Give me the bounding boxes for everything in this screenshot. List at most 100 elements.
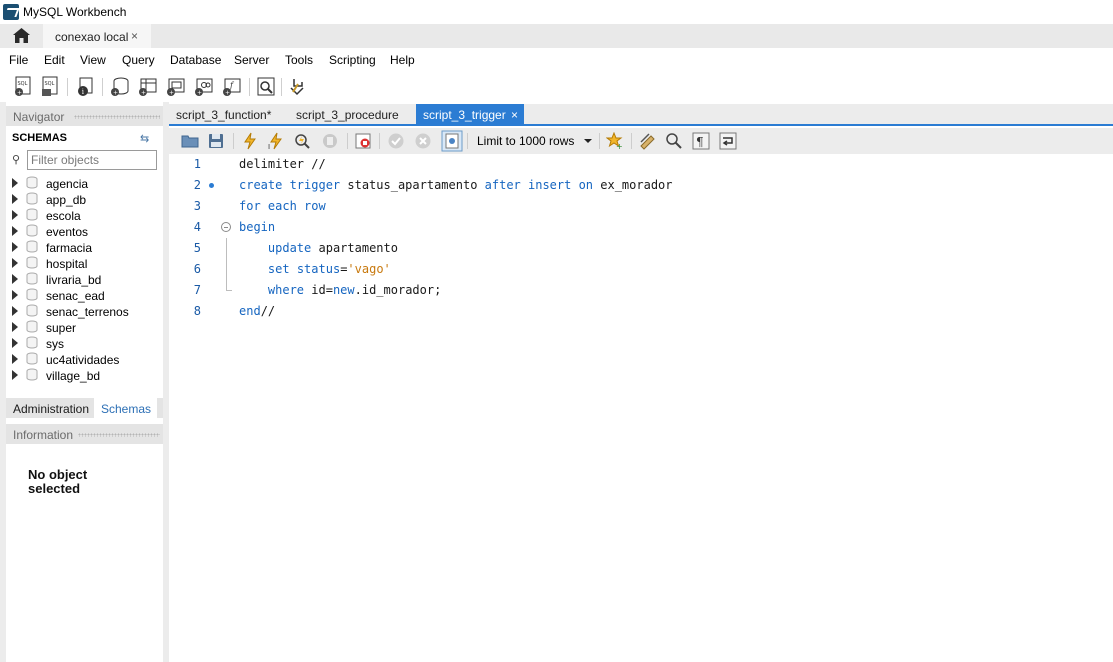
filter-box: ⚲ [10,150,160,170]
fold-toggle-icon[interactable] [221,222,231,232]
editor-tab-bar: script_3_function* script_3_procedure sc… [169,104,1113,126]
create-procedure-icon[interactable]: + [193,76,215,98]
expand-arrow-icon[interactable] [12,210,18,220]
refresh-icon[interactable]: ⇆ [140,132,149,145]
search-table-data-icon[interactable] [255,76,277,98]
toggle-stop-on-error-icon[interactable] [354,132,372,150]
tab-script-procedure[interactable]: script_3_procedure [289,104,417,124]
add-snippet-star-icon[interactable]: + [606,132,624,150]
beautify-brush-icon[interactable] [639,132,657,150]
schema-item[interactable]: agencia [6,175,163,191]
line-number: 1 [193,157,201,171]
close-icon[interactable]: × [511,108,518,122]
sql-editor[interactable]: 1 delimiter // 2 create trigger status_a… [169,154,1113,662]
commit-icon[interactable] [387,132,405,150]
stop-icon[interactable] [321,132,339,150]
code-line[interactable]: 2 create trigger status_apartamento afte… [169,175,1113,196]
tab-script-trigger[interactable]: script_3_trigger × [416,104,524,124]
schema-item[interactable]: eventos [6,223,163,239]
expand-arrow-icon[interactable] [12,242,18,252]
explain-icon[interactable] [293,132,311,150]
tab-schemas[interactable]: Schemas [94,398,157,418]
svg-text:SQL: SQL [18,81,28,87]
menu-edit[interactable]: Edit [44,53,65,67]
code-text: delimiter // [239,157,326,171]
schema-item[interactable]: livraria_bd [6,271,163,287]
editor-toolbar: I Limit to 1000 rows + ¶ [169,128,1113,154]
toolbar-separator [233,133,234,149]
code-line[interactable]: 3 for each row [169,196,1113,217]
schema-item[interactable]: app_db [6,191,163,207]
home-button[interactable] [0,24,43,48]
schema-item[interactable]: sys [6,335,163,351]
schema-item[interactable]: senac_ead [6,287,163,303]
code-line[interactable]: 1 delimiter // [169,154,1113,175]
filter-objects-input[interactable] [27,150,157,170]
create-function-icon[interactable]: f+ [221,76,243,98]
word-wrap-icon[interactable] [719,132,737,150]
schema-item[interactable]: senac_terrenos [6,303,163,319]
code-line[interactable]: 4 begin [169,217,1113,238]
connection-tab[interactable]: conexao local × [43,24,151,48]
menu-tools[interactable]: Tools [285,53,313,67]
schema-item[interactable]: hospital [6,255,163,271]
code-line[interactable]: 5 update apartamento [169,238,1113,259]
menu-server[interactable]: Server [234,53,269,67]
database-icon [26,336,38,349]
open-folder-icon[interactable] [181,132,199,150]
svg-text:SQL: SQL [45,81,55,87]
execute-current-icon[interactable]: I [267,132,285,150]
invisible-characters-icon[interactable]: ¶ [692,132,710,150]
menu-bar: File Edit View Query Database Server Too… [0,48,1113,70]
expand-arrow-icon[interactable] [12,338,18,348]
menu-view[interactable]: View [80,53,106,67]
reconnect-icon[interactable] [287,76,309,98]
expand-arrow-icon[interactable] [12,322,18,332]
database-icon [26,288,38,301]
expand-arrow-icon[interactable] [12,226,18,236]
toolbar-separator [249,78,250,96]
schema-item[interactable]: farmacia [6,239,163,255]
schema-item[interactable]: super [6,319,163,335]
expand-arrow-icon[interactable] [12,274,18,284]
create-schema-icon[interactable]: + [109,76,131,98]
expand-arrow-icon[interactable] [12,178,18,188]
create-view-icon[interactable]: + [165,76,187,98]
inspector-icon[interactable]: i [75,76,97,98]
code-line[interactable]: 7 where id=new.id_morador; [169,280,1113,301]
schema-item[interactable]: village_bd [6,367,163,383]
save-icon[interactable] [207,132,225,150]
expand-arrow-icon[interactable] [12,354,18,364]
autocommit-toggle-icon[interactable] [441,130,463,152]
expand-arrow-icon[interactable] [12,258,18,268]
find-icon[interactable] [665,132,683,150]
menu-database[interactable]: Database [170,53,221,67]
code-text: where id=new.id_morador; [267,283,442,297]
schema-item[interactable]: uc4atividades [6,351,163,367]
menu-scripting[interactable]: Scripting [329,53,376,67]
execute-lightning-icon[interactable] [241,132,259,150]
schema-item[interactable]: escola [6,207,163,223]
database-icon [26,192,38,205]
line-number: 6 [193,262,201,276]
new-sql-tab-icon[interactable]: SQL + [13,76,35,98]
rollback-icon[interactable] [414,132,432,150]
menu-help[interactable]: Help [390,53,415,67]
tab-administration[interactable]: Administration [6,398,94,418]
expand-arrow-icon[interactable] [12,290,18,300]
code-line[interactable]: 6 set status='vago' [169,259,1113,280]
open-sql-script-icon[interactable]: SQL [40,76,62,98]
fold-guide [226,238,227,290]
menu-query[interactable]: Query [122,53,155,67]
menu-file[interactable]: File [9,53,28,67]
tab-script-function[interactable]: script_3_function* [169,104,287,124]
expand-arrow-icon[interactable] [12,306,18,316]
close-icon[interactable]: × [131,29,138,43]
toolbar-separator [67,78,68,96]
create-table-icon[interactable]: + [137,76,159,98]
mysql-workbench-logo-icon [3,4,19,20]
tab-administration-label: Administration [13,402,90,416]
expand-arrow-icon[interactable] [12,370,18,380]
code-line[interactable]: 8 end// [169,301,1113,322]
expand-arrow-icon[interactable] [12,194,18,204]
